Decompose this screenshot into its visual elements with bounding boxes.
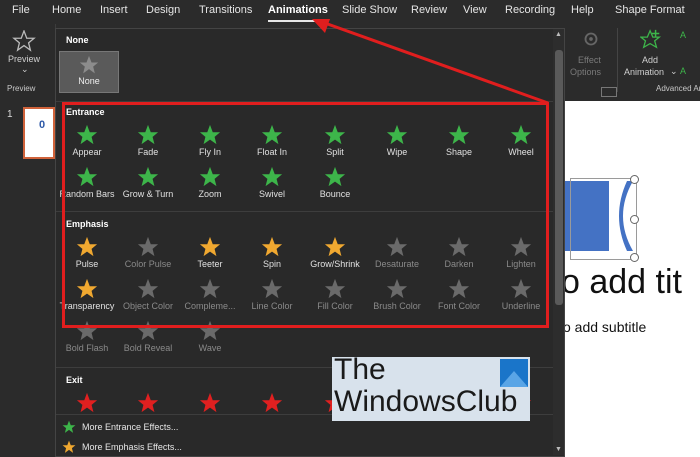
menu-tab-recording[interactable]: Recording (505, 4, 555, 16)
resize-handle[interactable] (630, 175, 639, 184)
menu-tab-view[interactable]: View (463, 4, 487, 16)
slide-thumbnail-panel: 1 0 (0, 97, 55, 457)
menu-tab-help[interactable]: Help (571, 4, 594, 16)
section-none-heading: None (66, 35, 89, 45)
menu-tab-insert[interactable]: Insert (100, 4, 128, 16)
exit-star-icon (137, 392, 159, 413)
watermark-line-1: The (334, 353, 386, 386)
menu-tab-animations[interactable]: Animations (268, 4, 328, 16)
ribbon-advanced-group: Effect Options Add Animation ⌄ A A Advan… (568, 24, 700, 97)
highlight-annotation-box (62, 102, 549, 328)
effect-none[interactable]: None (59, 51, 119, 93)
more-entrance-star-icon (62, 420, 76, 433)
selection-box (570, 178, 637, 260)
watermark-logo: The WindowsClub (332, 353, 530, 421)
exit-star-icon (199, 392, 221, 413)
gallery-scroll-thumb[interactable] (555, 50, 563, 305)
menu-tab-design[interactable]: Design (146, 4, 180, 16)
slide-canvas[interactable]: o add tit o add subtitle (561, 101, 700, 457)
more-emphasis-star-icon (62, 440, 76, 453)
subtitle-placeholder[interactable]: o add subtitle (563, 319, 646, 335)
slide-thumbnail[interactable]: 0 (23, 107, 55, 159)
preview-button[interactable]: Preview (8, 54, 40, 64)
ribbon-collapse-icon[interactable] (601, 87, 617, 97)
menu-tab-review[interactable]: Review (411, 4, 447, 16)
add-animation-label-2[interactable]: Animation (624, 67, 664, 77)
active-tab-indicator (268, 20, 320, 22)
effect-label: Wave (198, 343, 222, 353)
exit-star-icon (261, 392, 283, 413)
scroll-down-icon[interactable]: ▼ (555, 446, 562, 453)
add-animation-label-1[interactable]: Add (642, 55, 658, 65)
section-exit-heading: Exit (66, 375, 83, 385)
effect-none-label: None (78, 76, 100, 86)
effect-label: Bold Reveal (123, 343, 173, 353)
preview-dropdown-icon[interactable]: ⌄ (21, 64, 29, 75)
effect-exit[interactable] (179, 391, 241, 431)
animation-painter-icon[interactable]: A (680, 66, 686, 76)
windows-logo-icon (500, 359, 528, 387)
resize-handle[interactable] (630, 215, 639, 224)
preview-group-label: Preview (7, 84, 36, 93)
scroll-up-icon[interactable]: ▲ (555, 31, 562, 38)
menu-tab-file[interactable]: File (12, 4, 30, 16)
resize-handle[interactable] (630, 253, 639, 262)
menu-tab-transitions[interactable]: Transitions (199, 4, 252, 16)
add-animation-icon[interactable] (640, 28, 662, 50)
none-star-icon (79, 55, 99, 74)
menu-tab-slide-show[interactable]: Slide Show (342, 4, 397, 16)
effect-label: Bold Flash (65, 343, 109, 353)
menu-tab-home[interactable]: Home (52, 4, 81, 16)
title-placeholder[interactable]: o add tit (561, 263, 682, 302)
menu-tab-shape-format[interactable]: Shape Format (615, 4, 685, 16)
ribbon-divider (617, 28, 618, 92)
effect-exit[interactable] (241, 391, 303, 431)
add-animation-dropdown-icon[interactable]: ⌄ (670, 66, 678, 77)
effect-options-gear-icon (584, 32, 598, 46)
animation-pane-icon[interactable]: A (680, 30, 686, 40)
more-emphasis-effects-link[interactable]: More Emphasis Effects... (82, 442, 182, 452)
preview-star-icon[interactable] (12, 30, 36, 52)
advanced-animation-group-label: Advanced Ani (656, 84, 700, 93)
watermark-line-2: WindowsClub (334, 385, 518, 418)
exit-star-icon (76, 392, 98, 413)
ribbon-preview-group: Preview ⌄ Preview (0, 24, 56, 97)
slide-number: 1 (7, 109, 13, 120)
effect-options-label-1: Effect (578, 55, 601, 65)
slide-thumbnail-text: 0 (39, 119, 46, 131)
effect-options-label-2: Options (570, 67, 602, 77)
more-entrance-effects-link[interactable]: More Entrance Effects... (82, 422, 178, 432)
